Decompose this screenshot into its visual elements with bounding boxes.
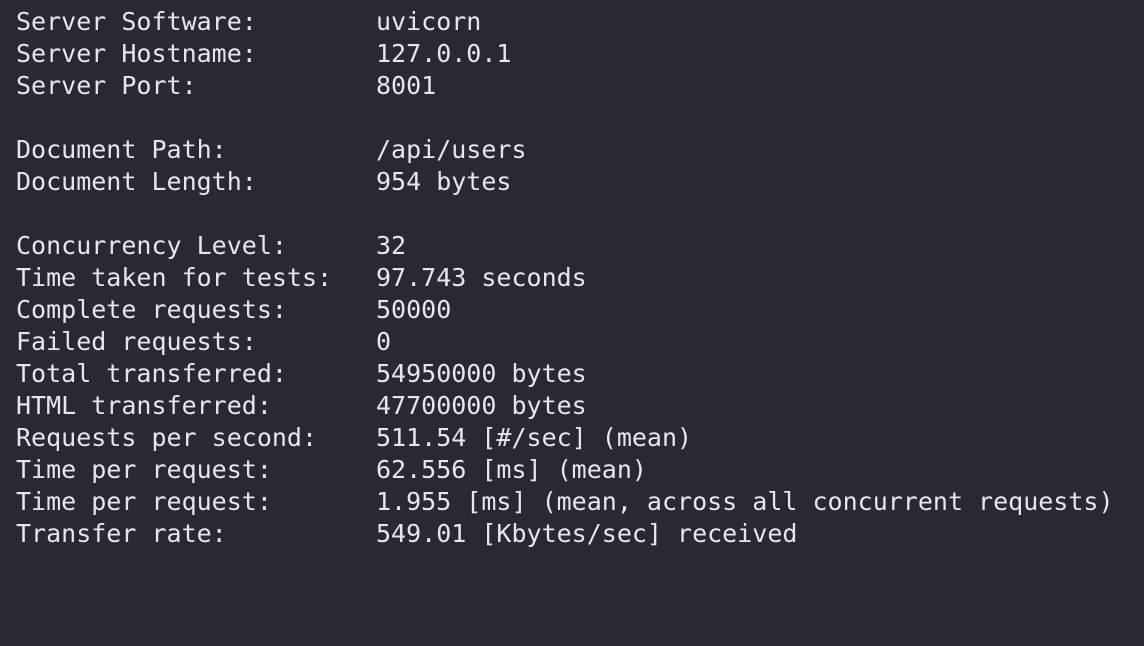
field-label: Document Path: — [16, 135, 227, 164]
field-label: HTML transferred: — [16, 391, 272, 420]
field-value: 47700000 bytes — [376, 391, 587, 420]
field-label: Total transferred: — [16, 359, 287, 388]
field-value: 0 — [376, 327, 392, 356]
output-line-server-hostname: Server Hostname: 127.0.0.1 — [0, 38, 1144, 70]
output-line-concurrency-level: Concurrency Level: 32 — [0, 230, 1144, 262]
field-label: Server Software: — [16, 7, 257, 36]
field-value: 54950000 bytes — [376, 359, 587, 388]
terminal-output: Server Software: uvicorn Server Hostname… — [0, 0, 1144, 560]
field-value: 1.955 [ms] (mean, across all concurrent … — [376, 487, 1114, 516]
output-line-failed-requests: Failed requests: 0 — [0, 326, 1144, 358]
field-label: Requests per second: — [16, 423, 318, 452]
output-line-time-per-request-concurrent: Time per request: 1.955 [ms] (mean, acro… — [0, 486, 1144, 518]
field-label: Failed requests: — [16, 327, 257, 356]
output-line-complete-requests: Complete requests: 50000 — [0, 294, 1144, 326]
field-label: Time per request: — [16, 455, 272, 484]
field-value: /api/users — [376, 135, 527, 164]
field-value: uvicorn — [376, 7, 482, 36]
field-label: Transfer rate: — [16, 519, 227, 548]
field-value: 62.556 [ms] (mean) — [376, 455, 647, 484]
output-line-time-taken: Time taken for tests: 97.743 seconds — [0, 262, 1144, 294]
field-label: Complete requests: — [16, 295, 287, 324]
field-label: Time taken for tests: — [16, 263, 333, 292]
field-value: 954 bytes — [376, 167, 512, 196]
field-label: Server Port: — [16, 71, 197, 100]
output-line-time-per-request-mean: Time per request: 62.556 [ms] (mean) — [0, 454, 1144, 486]
field-value: 8001 — [376, 71, 437, 100]
output-line-server-port: Server Port: 8001 — [0, 70, 1144, 102]
output-line-document-length: Document Length: 954 bytes — [0, 166, 1144, 198]
field-value: 127.0.0.1 — [376, 39, 512, 68]
field-label: Time per request: — [16, 487, 272, 516]
output-line-total-transferred: Total transferred: 54950000 bytes — [0, 358, 1144, 390]
output-line-html-transferred: HTML transferred: 47700000 bytes — [0, 390, 1144, 422]
field-label: Concurrency Level: — [16, 231, 287, 260]
field-label: Server Hostname: — [16, 39, 257, 68]
field-value: 32 — [376, 231, 407, 260]
field-value: 511.54 [#/sec] (mean) — [376, 423, 693, 452]
field-value: 97.743 seconds — [376, 263, 587, 292]
output-line-transfer-rate: Transfer rate: 549.01 [Kbytes/sec] recei… — [0, 518, 1144, 550]
field-value: 50000 — [376, 295, 452, 324]
output-line-requests-per-second: Requests per second: 511.54 [#/sec] (mea… — [0, 422, 1144, 454]
field-label: Document Length: — [16, 167, 257, 196]
output-line-server-software: Server Software: uvicorn — [0, 6, 1144, 38]
output-line-document-path: Document Path: /api/users — [0, 134, 1144, 166]
field-value: 549.01 [Kbytes/sec] received — [376, 519, 798, 548]
